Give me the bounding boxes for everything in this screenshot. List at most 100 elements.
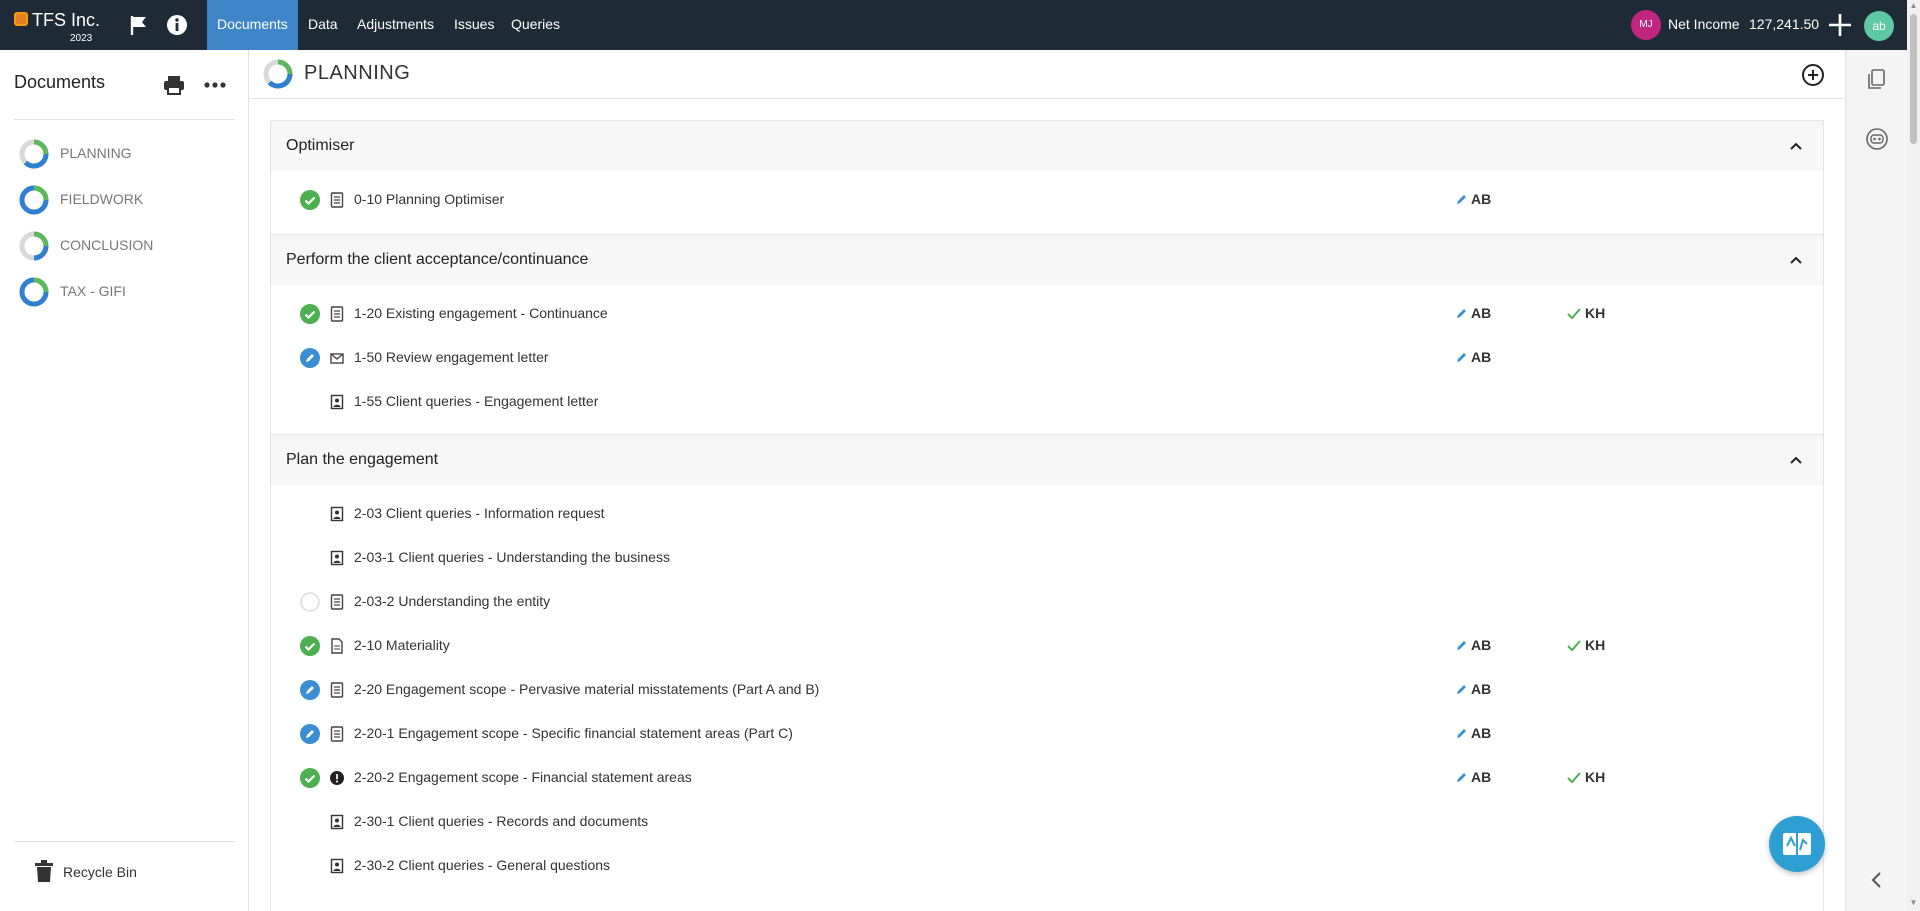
help-center-button[interactable] <box>1769 816 1825 872</box>
progress-ring-icon <box>263 59 293 89</box>
pencil-icon <box>1457 773 1466 782</box>
page-header: PLANNING <box>250 50 1844 99</box>
document-row[interactable]: 2-03 Client queries - Information reques… <box>271 491 1823 535</box>
pencil-icon <box>1457 353 1466 362</box>
net-income-value: 127,241.50 <box>1749 16 1820 32</box>
company-name: TFS Inc. <box>32 10 101 30</box>
client-query-icon <box>330 506 344 522</box>
scroll-down-icon[interactable]: ▼ <box>1909 899 1918 907</box>
reviewer-signoff[interactable]: KH <box>1567 637 1605 653</box>
account-avatar[interactable]: ab <box>1864 11 1894 41</box>
document-row[interactable]: 1-20 Existing engagement - Continuance A… <box>271 291 1823 335</box>
document-row[interactable]: 1-50 Review engagement letter AB <box>271 335 1823 379</box>
section-optimiser: Optimiser 0-10 Planning Optimiser AB <box>270 120 1824 234</box>
scroll-up-icon[interactable]: ▲ <box>1909 2 1918 10</box>
chevron-up-icon[interactable] <box>1787 137 1805 155</box>
document-row[interactable]: 2-10 Materiality AB KH <box>271 623 1823 667</box>
preparer-signoff[interactable]: AB <box>1455 191 1491 207</box>
net-income-label: Net Income <box>1668 16 1740 32</box>
document-row[interactable]: 2-20-1 Engagement scope - Specific finan… <box>271 711 1823 755</box>
tab-data[interactable]: Data <box>298 0 348 50</box>
document-row[interactable]: 2-03-2 Understanding the entity <box>271 579 1823 623</box>
document-name[interactable]: 0-10 Planning Optimiser <box>354 191 504 207</box>
preparer-signoff[interactable]: AB <box>1455 637 1491 653</box>
sidebar-item-fieldwork[interactable]: FIELDWORK <box>18 182 238 216</box>
document-name[interactable]: 1-50 Review engagement letter <box>354 349 549 365</box>
info-icon[interactable] <box>164 12 190 38</box>
reviewer-signoff[interactable]: KH <box>1567 769 1605 785</box>
recycle-bin-link[interactable]: Recycle Bin <box>34 860 194 884</box>
pencil-icon <box>1457 195 1466 204</box>
chevron-up-icon[interactable] <box>1787 451 1805 469</box>
tab-documents[interactable]: Documents <box>207 0 298 50</box>
document-row[interactable]: 0-10 Planning Optimiser AB <box>271 177 1823 221</box>
preparer-signoff[interactable]: AB <box>1455 769 1491 785</box>
document-name[interactable]: 2-20 Engagement scope - Pervasive materi… <box>354 681 819 697</box>
document-name[interactable]: 2-30-2 Client queries - General question… <box>354 857 610 873</box>
document-row[interactable]: 2-30-2 Client queries - General question… <box>271 843 1823 887</box>
checklist-icon <box>330 192 344 208</box>
chevron-left-icon[interactable] <box>1864 867 1890 893</box>
tab-issues[interactable]: Issues <box>444 0 504 50</box>
checkmark-icon <box>1567 640 1581 652</box>
in-progress-status-icon <box>300 724 320 744</box>
document-name[interactable]: 1-55 Client queries - Engagement letter <box>354 393 598 409</box>
company-brand[interactable]: TFS Inc. 2023 <box>12 8 100 44</box>
pencil-icon <box>1457 641 1466 650</box>
preparer-signoff[interactable]: AB <box>1455 681 1491 697</box>
preparer-signoff[interactable]: AB <box>1455 349 1491 365</box>
document-name[interactable]: 1-20 Existing engagement - Continuance <box>354 305 608 321</box>
book-help-icon <box>1783 833 1811 855</box>
sidebar-item-planning[interactable]: PLANNING <box>18 136 238 170</box>
user-avatar[interactable]: MJ <box>1631 10 1661 40</box>
documents-sidebar: Documents PLANNING FIELDWORK CONCLUSION … <box>0 50 249 911</box>
client-query-icon <box>330 550 344 566</box>
document-name[interactable]: 2-20-1 Engagement scope - Specific finan… <box>354 725 793 741</box>
document-name[interactable]: 2-03-2 Understanding the entity <box>354 593 550 609</box>
client-query-icon <box>330 814 344 830</box>
sidebar-item-conclusion[interactable]: CONCLUSION <box>18 228 238 262</box>
flag-icon[interactable] <box>126 12 152 38</box>
preparer-signoff[interactable]: AB <box>1455 725 1491 741</box>
checklist-icon <box>330 594 344 610</box>
tab-queries[interactable]: Queries <box>501 0 570 50</box>
copy-icon[interactable] <box>1864 66 1890 92</box>
chat-bot-icon[interactable] <box>1864 126 1890 152</box>
section-header[interactable]: Optimiser <box>271 121 1823 171</box>
scroll-thumb[interactable] <box>1910 14 1917 144</box>
complete-status-icon <box>300 768 320 788</box>
section-header[interactable]: Perform the client acceptance/continuanc… <box>271 235 1823 285</box>
document-name[interactable]: 2-30-1 Client queries - Records and docu… <box>354 813 648 829</box>
top-bar: TFS Inc. 2023 Documents Data Adjustments… <box>0 0 1907 50</box>
document-row[interactable]: 2-03-1 Client queries - Understanding th… <box>271 535 1823 579</box>
document-row[interactable]: 2-30-1 Client queries - Records and docu… <box>271 799 1823 843</box>
document-name[interactable]: 2-03-1 Client queries - Understanding th… <box>354 549 670 565</box>
sidebar-title: Documents <box>14 72 106 92</box>
section-title: Optimiser <box>286 137 355 154</box>
add-document-icon[interactable] <box>1800 62 1826 88</box>
print-icon[interactable] <box>163 74 185 96</box>
document-row[interactable]: 2-20-2 Engagement scope - Financial stat… <box>271 755 1823 799</box>
sidebar-item-label: PLANNING <box>60 145 132 161</box>
company-logo-icon <box>14 12 28 26</box>
page-scrollbar[interactable]: ▲ ▼ <box>1907 0 1920 911</box>
preparer-signoff[interactable]: AB <box>1455 305 1491 321</box>
tab-adjustments[interactable]: Adjustments <box>347 0 444 50</box>
sidebar-item-tax-gifi[interactable]: TAX - GIFI <box>18 274 238 308</box>
more-options-icon[interactable] <box>202 74 228 96</box>
in-progress-status-icon <box>300 680 320 700</box>
checkmark-icon <box>1567 308 1581 320</box>
progress-ring-icon <box>19 185 49 215</box>
chevron-up-icon[interactable] <box>1787 251 1805 269</box>
document-name[interactable]: 2-20-2 Engagement scope - Financial stat… <box>354 769 692 785</box>
document-row[interactable]: 2-20 Engagement scope - Pervasive materi… <box>271 667 1823 711</box>
right-rail <box>1845 50 1907 911</box>
document-name[interactable]: 2-03 Client queries - Information reques… <box>354 505 605 521</box>
main-content: PLANNING Optimiser 0-10 Planning Optimis… <box>250 50 1844 911</box>
document-row[interactable]: 1-55 Client queries - Engagement letter <box>271 379 1823 423</box>
reviewer-signoff[interactable]: KH <box>1567 305 1605 321</box>
document-name[interactable]: 2-10 Materiality <box>354 637 450 653</box>
add-icon[interactable] <box>1826 11 1854 39</box>
section-header[interactable]: Plan the engagement <box>271 435 1823 485</box>
checkmark-icon <box>1567 772 1581 784</box>
